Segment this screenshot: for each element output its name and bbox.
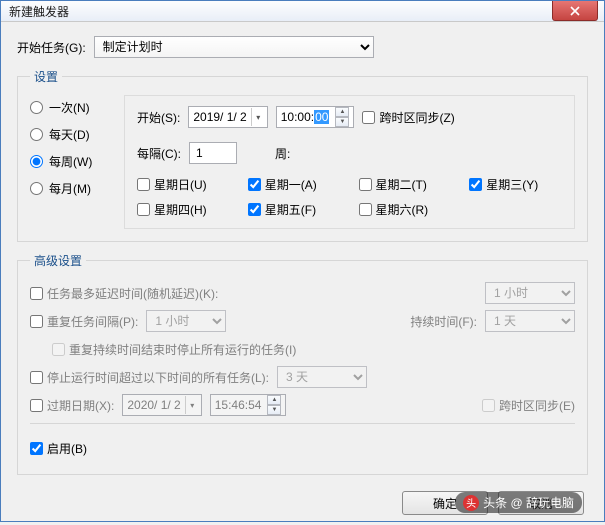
day-thu[interactable]: 星期四(H) bbox=[137, 201, 230, 218]
weekday-grid: 星期日(U) 星期一(A) 星期二(T) 星期三(Y) 星期四(H) 星期五(F… bbox=[137, 176, 562, 218]
start-task-row: 开始任务(G): 制定计划时 bbox=[17, 36, 588, 58]
settings-legend: 设置 bbox=[30, 68, 62, 85]
start-task-combo[interactable]: 制定计划时 bbox=[94, 36, 374, 58]
watermark: 头 头条 @ 辞玩电脑 bbox=[455, 492, 582, 513]
chevron-down-icon: ▾ bbox=[251, 108, 265, 126]
time-spinner[interactable]: ▲▼ bbox=[335, 107, 351, 127]
stop-after-checkbox[interactable]: 停止运行时间超过以下时间的所有任务(L): bbox=[30, 369, 269, 386]
day-sun[interactable]: 星期日(U) bbox=[137, 176, 230, 193]
watermark-icon: 头 bbox=[463, 495, 479, 511]
duration-label: 持续时间(F): bbox=[410, 313, 477, 330]
expire-checkbox[interactable]: 过期日期(X): bbox=[30, 397, 114, 414]
advanced-group: 高级设置 任务最多延迟时间(随机延迟)(K): 1 小时 重复任务间隔(P): … bbox=[17, 252, 588, 475]
repeat-stop-checkbox[interactable]: 重复持续时间结束时停止所有运行的任务(I) bbox=[52, 341, 296, 358]
content: 开始任务(G): 制定计划时 设置 一次(N) 每天(D) 每周(W) 每月(M… bbox=[1, 22, 604, 525]
schedule-type-radios: 一次(N) 每天(D) 每周(W) 每月(M) bbox=[30, 95, 110, 229]
stop-after-row: 停止运行时间超过以下时间的所有任务(L): 3 天 bbox=[30, 363, 575, 391]
start-date-picker[interactable]: 2019/ 1/ 2 ▾ bbox=[188, 106, 267, 128]
tz-sync-checkbox[interactable]: 跨时区同步(Z) bbox=[362, 109, 454, 126]
expire-time-picker[interactable]: 15:46:54▲▼ bbox=[210, 394, 287, 416]
start-time-picker[interactable]: 10:00:00 ▲▼ bbox=[276, 106, 355, 128]
day-wed[interactable]: 星期三(Y) bbox=[469, 176, 562, 193]
time-spinner[interactable]: ▲▼ bbox=[267, 395, 283, 415]
separator bbox=[30, 423, 575, 424]
radio-monthly[interactable]: 每月(M) bbox=[30, 180, 110, 197]
expire-date-picker[interactable]: 2020/ 1/ 2▾ bbox=[122, 394, 201, 416]
window-title: 新建触发器 bbox=[9, 3, 69, 20]
close-icon bbox=[570, 6, 580, 16]
schedule-details: 开始(S): 2019/ 1/ 2 ▾ 10:00:00 ▲▼ 跨时区同步(Z)… bbox=[124, 95, 575, 229]
repeat-stop-row: 重复持续时间结束时停止所有运行的任务(I) bbox=[52, 335, 575, 363]
titlebar: 新建触发器 bbox=[1, 1, 604, 22]
radio-weekly[interactable]: 每周(W) bbox=[30, 153, 110, 170]
start-label: 开始(S): bbox=[137, 109, 180, 126]
day-sat[interactable]: 星期六(R) bbox=[359, 201, 452, 218]
enabled-checkbox[interactable]: 启用(B) bbox=[30, 440, 87, 457]
close-button[interactable] bbox=[552, 1, 598, 21]
radio-once[interactable]: 一次(N) bbox=[30, 99, 110, 116]
delay-checkbox[interactable]: 任务最多延迟时间(随机延迟)(K): bbox=[30, 285, 218, 302]
trigger-dialog: 新建触发器 开始任务(G): 制定计划时 设置 一次(N) 每天(D) 每周(W… bbox=[0, 0, 605, 522]
repeat-row: 重复任务间隔(P): 1 小时 持续时间(F): 1 天 bbox=[30, 307, 575, 335]
duration-combo[interactable]: 1 天 bbox=[485, 310, 575, 332]
delay-combo[interactable]: 1 小时 bbox=[485, 282, 575, 304]
footer: 确定 取消 头 头条 @ 辞玩电脑 bbox=[17, 485, 588, 515]
radio-daily[interactable]: 每天(D) bbox=[30, 126, 110, 143]
chevron-down-icon: ▾ bbox=[185, 396, 199, 414]
settings-group: 设置 一次(N) 每天(D) 每周(W) 每月(M) 开始(S): 2019/ … bbox=[17, 68, 588, 242]
expire-tz-checkbox[interactable]: 跨时区同步(E) bbox=[482, 397, 575, 414]
delay-row: 任务最多延迟时间(随机延迟)(K): 1 小时 bbox=[30, 279, 575, 307]
enabled-row: 启用(B) bbox=[30, 434, 575, 462]
repeat-checkbox[interactable]: 重复任务间隔(P): bbox=[30, 313, 138, 330]
week-label: 周: bbox=[275, 145, 290, 162]
every-value-input[interactable]: 1 bbox=[189, 142, 237, 164]
every-label: 每隔(C): bbox=[137, 145, 181, 162]
day-tue[interactable]: 星期二(T) bbox=[359, 176, 452, 193]
day-mon[interactable]: 星期一(A) bbox=[248, 176, 341, 193]
advanced-legend: 高级设置 bbox=[30, 252, 86, 269]
day-fri[interactable]: 星期五(F) bbox=[248, 201, 341, 218]
stop-after-combo[interactable]: 3 天 bbox=[277, 366, 367, 388]
expire-row: 过期日期(X): 2020/ 1/ 2▾ 15:46:54▲▼ 跨时区同步(E) bbox=[30, 391, 575, 419]
start-task-label: 开始任务(G): bbox=[17, 39, 86, 56]
repeat-interval-combo[interactable]: 1 小时 bbox=[146, 310, 226, 332]
